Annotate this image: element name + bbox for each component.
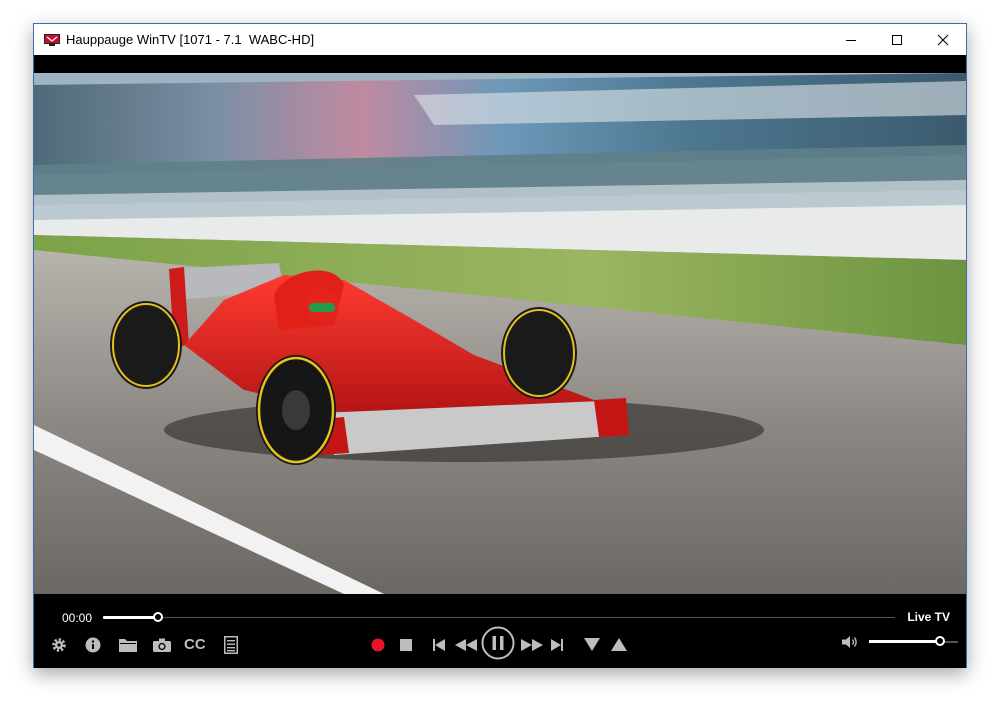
seek-handle[interactable]	[153, 612, 164, 622]
list-icon	[224, 636, 238, 654]
volume-slider-fill	[869, 640, 941, 643]
record-button[interactable]	[371, 638, 385, 652]
seek-bar[interactable]	[103, 617, 895, 618]
skip-forward-button[interactable]	[551, 639, 563, 651]
pause-button[interactable]	[481, 626, 515, 660]
volume-icon	[842, 636, 857, 648]
title-bar[interactable]: Hauppauge WinTV [1071 - 7.1 WABC-HD]	[34, 24, 966, 55]
settings-button[interactable]	[51, 637, 67, 653]
channel-down-icon	[584, 638, 600, 651]
live-tv-label[interactable]: Live TV	[907, 610, 950, 624]
channel-up-icon	[611, 638, 627, 651]
race-car-video-frame	[34, 55, 966, 594]
hauppauge-logo-icon	[44, 33, 60, 46]
volume-handle[interactable]	[935, 636, 946, 646]
stop-button[interactable]	[400, 639, 412, 651]
close-button[interactable]	[920, 24, 966, 55]
closed-captions-button[interactable]: CC	[184, 636, 206, 653]
maximize-button[interactable]	[874, 24, 920, 55]
elapsed-time: 00:00	[62, 611, 93, 625]
open-folder-button[interactable]	[119, 638, 137, 652]
fast-forward-button[interactable]	[521, 639, 543, 651]
seek-bar-fill	[103, 616, 159, 619]
minimize-icon	[846, 39, 856, 41]
wintv-window: Hauppauge WinTV [1071 - 7.1 WABC-HD] 00:…	[33, 23, 967, 668]
gear-icon	[52, 638, 66, 652]
info-button[interactable]	[85, 637, 101, 653]
rewind-icon	[455, 639, 477, 651]
record-icon	[371, 638, 385, 652]
channel-list-button[interactable]	[224, 636, 238, 654]
maximize-icon	[892, 34, 902, 45]
camera-icon	[153, 638, 171, 652]
video-display[interactable]	[34, 55, 966, 594]
window-title: Hauppauge WinTV [1071 - 7.1 WABC-HD]	[66, 32, 315, 47]
stop-icon	[400, 639, 412, 651]
close-icon	[937, 34, 949, 45]
folder-icon	[119, 639, 137, 652]
skip-back-button[interactable]	[433, 639, 445, 651]
rewind-button[interactable]	[455, 639, 477, 651]
skip-forward-icon	[551, 639, 563, 651]
snapshot-button[interactable]	[153, 638, 171, 652]
channel-down-button[interactable]	[584, 638, 600, 651]
pause-icon	[481, 626, 515, 660]
channel-up-button[interactable]	[611, 638, 627, 651]
info-icon	[85, 637, 101, 653]
skip-back-icon	[433, 639, 445, 651]
fast-forward-icon	[521, 639, 543, 651]
minimize-button[interactable]	[828, 24, 874, 55]
mute-button[interactable]	[842, 635, 858, 649]
playback-controls: 00:00 Live TV CC	[34, 594, 966, 668]
